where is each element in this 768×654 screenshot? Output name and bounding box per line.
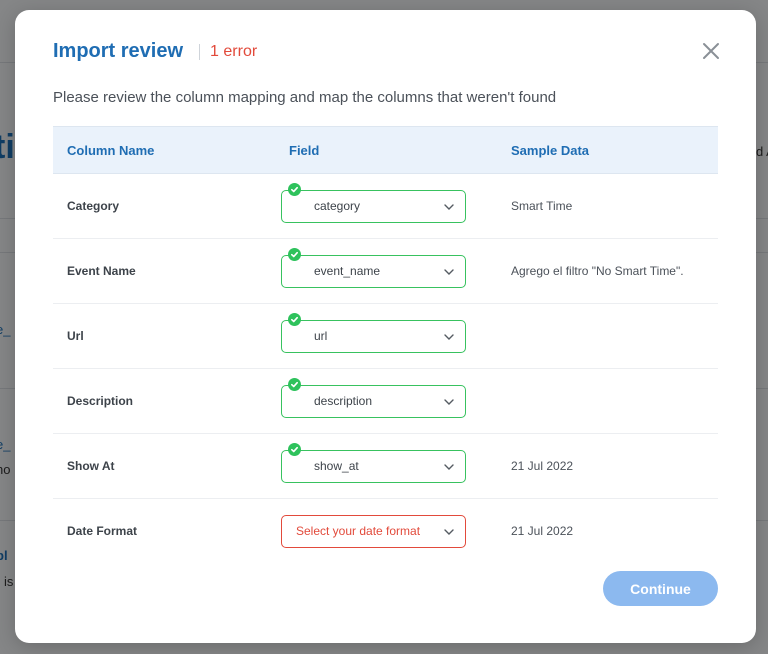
check-icon <box>288 312 301 326</box>
table-row: Description description <box>53 369 718 434</box>
header-column-name: Column Name <box>67 142 155 158</box>
modal-header: Import review 1 error <box>53 40 257 63</box>
field-select[interactable]: event_name <box>281 247 466 288</box>
chevron-down-icon <box>444 268 454 275</box>
table-row: Category category Smart Time <box>53 174 718 239</box>
row-sample-data: Smart Time <box>511 199 573 213</box>
row-sample-data: 21 Jul 2022 <box>511 459 574 473</box>
bg-text-fragment: no <box>0 462 11 477</box>
bg-text-fragment: pl <box>0 548 8 563</box>
chevron-down-icon <box>444 203 454 210</box>
field-select[interactable]: category <box>281 182 466 223</box>
close-button[interactable] <box>702 42 720 60</box>
column-mapping-table: Column Name Field Sample Data Category c… <box>53 126 718 563</box>
date-format-select[interactable]: Select your date format <box>281 514 466 548</box>
chevron-down-icon <box>444 398 454 405</box>
field-select-value[interactable]: event_name <box>281 254 466 288</box>
bg-text-fragment: e_ <box>0 437 11 452</box>
header-field: Field <box>289 142 320 158</box>
row-column-name: Event Name <box>67 264 136 278</box>
row-column-name: Date Format <box>67 524 138 538</box>
row-column-name: Description <box>67 394 134 408</box>
row-sample-data: Agrego el filtro "No Smart Time". <box>511 264 684 278</box>
check-icon <box>288 442 301 456</box>
table-row: Event Name event_name Agrego el filtro "… <box>53 239 718 304</box>
row-column-name: Url <box>67 329 84 343</box>
check-icon <box>288 377 301 391</box>
field-select[interactable]: url <box>281 312 466 353</box>
import-review-modal: Import review 1 error Please review the … <box>15 10 756 643</box>
date-format-select-placeholder[interactable]: Select your date format <box>281 514 466 548</box>
field-select-value[interactable]: category <box>281 189 466 223</box>
bg-text-fragment: e_ <box>0 322 11 337</box>
row-sample-data: 21 Jul 2022 <box>511 524 574 538</box>
chevron-down-icon <box>444 528 454 535</box>
table-row: Date Format Select your date format 21 J… <box>53 499 718 563</box>
row-column-name: Category <box>67 199 120 213</box>
table-header: Column Name Field Sample Data <box>53 126 718 174</box>
close-icon <box>703 43 719 59</box>
row-column-name: Show At <box>67 459 115 473</box>
bg-text-fragment: d A <box>756 144 768 159</box>
chevron-down-icon <box>444 463 454 470</box>
field-select-value[interactable]: description <box>281 384 466 418</box>
title-separator <box>199 43 201 60</box>
table-row: Show At show_at 21 Jul 2022 <box>53 434 718 499</box>
bg-text-fragment: is <box>4 574 14 589</box>
field-select-value[interactable]: url <box>281 319 466 353</box>
continue-button[interactable]: Continue <box>603 571 718 606</box>
modal-subtitle: Please review the column mapping and map… <box>53 89 557 106</box>
chevron-down-icon <box>444 333 454 340</box>
modal-title: Import review <box>53 40 184 62</box>
check-icon <box>288 182 301 196</box>
error-count-badge: 1 error <box>210 42 258 60</box>
field-select[interactable]: show_at <box>281 442 466 483</box>
field-select[interactable]: description <box>281 377 466 418</box>
bg-heading-fragment: ti <box>0 128 15 166</box>
header-sample-data: Sample Data <box>511 142 590 158</box>
check-icon <box>288 247 301 261</box>
table-row: Url url <box>53 304 718 369</box>
field-select-value[interactable]: show_at <box>281 449 466 483</box>
table-body: Category category Smart Time Event Name <box>53 174 718 563</box>
